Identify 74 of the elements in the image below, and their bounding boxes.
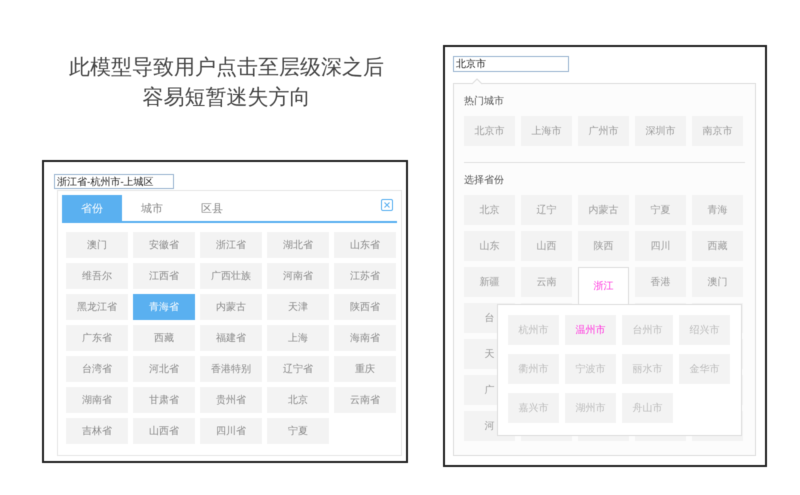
province-option[interactable]: 上海	[267, 325, 329, 351]
province-option[interactable]: 香港	[635, 267, 686, 297]
province-option[interactable]: 辽宁	[521, 195, 572, 225]
city-option[interactable]: 杭州市	[508, 315, 559, 345]
city-option[interactable]: 湖州市	[565, 393, 616, 423]
province-option[interactable]: 新疆	[464, 267, 515, 297]
province-option[interactable]: 澳门	[692, 267, 743, 297]
region-input-field[interactable]: 浙江省-杭州市-上城区	[54, 174, 174, 189]
close-icon[interactable]	[381, 199, 393, 211]
province-option[interactable]: 北京	[464, 195, 515, 225]
province-option[interactable]: 辽宁省	[267, 356, 329, 382]
province-option[interactable]: 北京	[267, 387, 329, 413]
province-option[interactable]: 吉林省	[66, 418, 128, 444]
picker-tab[interactable]: 省份	[62, 195, 122, 221]
city-option[interactable]: 北京市	[464, 116, 515, 146]
province-option[interactable]: 河南省	[267, 263, 329, 289]
province-option[interactable]: 维吾尔	[66, 263, 128, 289]
province-option[interactable]: 西藏	[692, 231, 743, 261]
province-option[interactable]: 湖北省	[267, 232, 329, 258]
section-heading: 热门城市	[464, 94, 505, 108]
city-option[interactable]: 舟山市	[622, 393, 673, 423]
picker-tab[interactable]: 区县	[182, 195, 242, 221]
city-option[interactable]: 台州市	[622, 315, 673, 345]
city-option[interactable]: 温州市	[565, 315, 616, 345]
city-option[interactable]: 宁波市	[565, 354, 616, 384]
province-option[interactable]: 云南	[521, 267, 572, 297]
province-option[interactable]: 福建省	[200, 325, 262, 351]
province-option[interactable]: 山西省	[133, 418, 195, 444]
picker-tab[interactable]: 城市	[122, 195, 182, 221]
province-option[interactable]: 香港特别	[200, 356, 262, 382]
province-option[interactable]: 青海	[692, 195, 743, 225]
province-option[interactable]: 河北省	[133, 356, 195, 382]
city-option[interactable]: 绍兴市	[679, 315, 730, 345]
province-option[interactable]: 甘肃省	[133, 387, 195, 413]
province-option[interactable]: 天津	[267, 294, 329, 320]
province-option[interactable]: 宁夏	[635, 195, 686, 225]
province-option[interactable]: 广西壮族	[200, 263, 262, 289]
headline: 此模型导致用户点击至层级深之后容易短暂迷失方向	[68, 54, 385, 111]
city-input-field[interactable]: 北京市	[453, 56, 569, 72]
province-option[interactable]: 青海省	[133, 294, 195, 320]
city-option[interactable]: 广州市	[578, 116, 629, 146]
province-option[interactable]: 内蒙古	[200, 294, 262, 320]
province-option[interactable]: 浙江省	[200, 232, 262, 258]
province-option[interactable]: 山东省	[334, 232, 396, 258]
province-option[interactable]: 重庆	[334, 356, 396, 382]
province-option[interactable]: 台湾省	[66, 356, 128, 382]
province-option[interactable]: 浙江	[578, 267, 629, 304]
province-option[interactable]: 江西省	[133, 263, 195, 289]
province-option[interactable]: 四川	[635, 231, 686, 261]
province-option[interactable]: 四川省	[200, 418, 262, 444]
city-option[interactable]: 嘉兴市	[508, 393, 559, 423]
city-option[interactable]: 金华市	[679, 354, 730, 384]
city-option[interactable]: 深圳市	[635, 116, 686, 146]
province-option[interactable]: 西藏	[133, 325, 195, 351]
city-option[interactable]: 上海市	[521, 116, 572, 146]
section-heading: 选择省份	[464, 174, 505, 187]
city-option[interactable]: 南京市	[692, 116, 743, 146]
province-option[interactable]: 澳门	[66, 232, 128, 258]
city-option[interactable]: 丽水市	[622, 354, 673, 384]
province-option[interactable]: 江苏省	[334, 263, 396, 289]
city-option[interactable]: 衢州市	[508, 354, 559, 384]
province-option[interactable]: 宁夏	[267, 418, 329, 444]
province-option[interactable]: 山西	[521, 231, 572, 261]
province-option[interactable]: 黑龙江省	[66, 294, 128, 320]
province-option[interactable]: 广东省	[66, 325, 128, 351]
province-option[interactable]: 贵州省	[200, 387, 262, 413]
province-option[interactable]: 陕西	[578, 231, 629, 261]
province-option[interactable]: 湖南省	[66, 387, 128, 413]
province-option[interactable]: 陕西省	[334, 294, 396, 320]
province-option[interactable]: 安徽省	[133, 232, 195, 258]
province-option[interactable]: 内蒙古	[578, 195, 629, 225]
province-option[interactable]: 山东	[464, 231, 515, 261]
province-option[interactable]: 海南省	[334, 325, 396, 351]
province-option[interactable]: 云南省	[334, 387, 396, 413]
